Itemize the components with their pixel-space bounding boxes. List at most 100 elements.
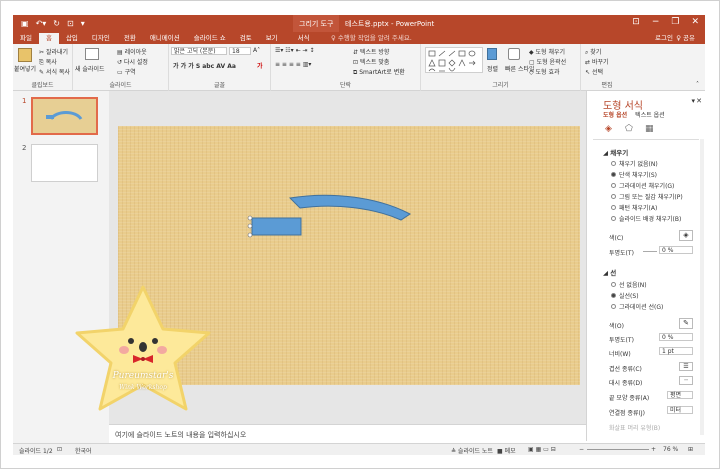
block-arc-shape[interactable] bbox=[288, 194, 411, 221]
save-icon[interactable]: ▣ bbox=[21, 19, 29, 28]
arrange-icon[interactable] bbox=[487, 48, 497, 60]
shapes-gallery[interactable] bbox=[425, 47, 483, 73]
tab-transitions[interactable]: 전환 bbox=[117, 33, 143, 44]
copy-button[interactable]: ⎘ 복사 bbox=[39, 57, 57, 67]
align-text-button[interactable]: ⊡ 텍스트 맞춤 bbox=[353, 57, 389, 66]
font-format-icons[interactable]: 가 가 가 S abc AV Aa bbox=[173, 61, 236, 70]
fill-option-background[interactable]: 슬라이드 배경 채우기(B) bbox=[611, 214, 681, 223]
tab-slideshow[interactable]: 슬라이드 쇼 bbox=[187, 33, 233, 44]
line-option-solid[interactable]: 실선(S) bbox=[611, 291, 639, 300]
login-link[interactable]: 로그인 bbox=[655, 32, 673, 42]
new-slide-button[interactable]: 새 슬라이드 bbox=[75, 64, 105, 73]
collapse-ribbon-icon[interactable]: ˄ bbox=[696, 81, 699, 88]
line-option-none[interactable]: 선 없음(N) bbox=[611, 280, 647, 289]
close-button[interactable]: ✕ bbox=[691, 17, 699, 27]
paste-icon[interactable] bbox=[18, 48, 32, 62]
ribbon-display-icon[interactable]: ⊡ bbox=[632, 17, 640, 27]
fill-option-gradient[interactable]: 그라데이션 채우기(G) bbox=[611, 181, 674, 190]
window-controls: ⊡ − ❐ ✕ bbox=[632, 17, 699, 27]
proofing-icon[interactable]: ⊡ bbox=[57, 446, 62, 453]
font-color-icon[interactable]: 가 bbox=[257, 61, 263, 70]
size-properties-icon[interactable]: ▦ bbox=[645, 124, 654, 134]
layout-button[interactable]: ▤ 레이아웃 bbox=[117, 47, 147, 56]
share-button[interactable]: ♀ 공유 bbox=[676, 32, 695, 42]
zoom-slider[interactable] bbox=[587, 449, 649, 450]
font-grow-icon[interactable]: A˄ bbox=[253, 47, 260, 54]
tab-review[interactable]: 검토 bbox=[233, 33, 259, 44]
paste-button[interactable]: 붙여넣기 bbox=[14, 64, 36, 73]
tab-text-options[interactable]: 텍스트 옵션 bbox=[635, 110, 665, 119]
line-transparency-input[interactable]: 0 % bbox=[659, 333, 693, 341]
shape-effects-button[interactable]: ◇ 도형 효과 bbox=[529, 67, 560, 76]
fill-section-header[interactable]: ◢ 채우기 bbox=[603, 147, 628, 157]
selection-handles[interactable] bbox=[247, 215, 253, 238]
pane-menu-icon[interactable]: ▾ bbox=[691, 97, 695, 105]
quick-styles-icon[interactable] bbox=[508, 48, 520, 60]
notes-pane[interactable]: 여기에 슬라이드 노트의 내용을 입력하십시오 bbox=[109, 424, 586, 441]
line-width-input[interactable]: 1 pt bbox=[659, 347, 693, 355]
fill-color-picker[interactable]: ◈ bbox=[679, 230, 693, 241]
cut-button[interactable]: ✂ 잘라내기 bbox=[39, 47, 68, 56]
tab-home[interactable]: 홈 bbox=[38, 33, 59, 44]
tab-format[interactable]: 서식 bbox=[291, 33, 317, 44]
notes-toggle[interactable]: ≜ 슬라이드 노트 bbox=[451, 446, 493, 455]
find-button[interactable]: ⌕ 찾기 bbox=[585, 47, 601, 57]
fill-option-none[interactable]: 채우기 없음(N) bbox=[611, 159, 658, 168]
replace-button[interactable]: ⇄ 바꾸기 bbox=[585, 57, 609, 66]
text-direction-label: 텍스트 방향 bbox=[359, 49, 390, 56]
fill-transparency-input[interactable]: 0 % bbox=[659, 246, 693, 254]
select-button[interactable]: ↖ 선택 bbox=[585, 67, 603, 76]
line-section-header[interactable]: ◢ 선 bbox=[603, 267, 616, 277]
shape-outline-button[interactable]: ▢ 도형 윤곽선 bbox=[529, 57, 566, 66]
close-pane-icon[interactable]: ✕ bbox=[696, 97, 702, 105]
tab-design[interactable]: 디자인 bbox=[85, 33, 117, 44]
cap-type-select[interactable]: 평면 bbox=[667, 391, 693, 399]
join-type-select[interactable]: 미터 bbox=[667, 406, 693, 414]
tab-file[interactable]: 파일 bbox=[13, 33, 39, 44]
restore-button[interactable]: ❐ bbox=[671, 17, 679, 27]
view-buttons[interactable]: ▣ ▦ ▭ ⊟ bbox=[528, 446, 556, 453]
fill-option-picture[interactable]: 그림 또는 질감 채우기(P) bbox=[611, 192, 683, 201]
font-name-combo[interactable]: 맑은 고딕 (본문) bbox=[171, 47, 227, 55]
tab-shape-options[interactable]: 도형 옵션 bbox=[603, 110, 627, 119]
section-button[interactable]: ▭ 구역 bbox=[117, 67, 136, 76]
text-direction-button[interactable]: ⇵ 텍스트 방향 bbox=[353, 47, 389, 56]
tab-insert[interactable]: 삽입 bbox=[59, 33, 85, 44]
line-color-picker[interactable]: ✎ bbox=[679, 318, 693, 329]
rectangle-shape[interactable] bbox=[251, 217, 302, 236]
align-icons[interactable]: ≡ ≡ ≡ ≡ ▥▾ bbox=[275, 61, 311, 68]
customize-qat-icon[interactable]: ▾ bbox=[81, 19, 85, 28]
slide-thumbnail-2[interactable] bbox=[31, 144, 98, 182]
reset-button[interactable]: ↺ 다시 설정 bbox=[117, 57, 148, 66]
undo-icon[interactable]: ↶▾ bbox=[36, 19, 47, 28]
fill-option-solid[interactable]: 단색 채우기(S) bbox=[611, 170, 657, 179]
tab-animations[interactable]: 애니메이션 bbox=[143, 33, 187, 44]
zoom-in-button[interactable]: + bbox=[651, 446, 656, 453]
smartart-button[interactable]: ⧉ SmartArt로 변환 bbox=[353, 67, 405, 77]
comments-toggle[interactable]: ■ 메모 bbox=[497, 446, 516, 455]
format-painter-button[interactable]: ✎ 서식 복사 bbox=[39, 67, 70, 76]
tab-view[interactable]: 보기 bbox=[259, 33, 285, 44]
line-option-gradient[interactable]: 그라데이션 선(G) bbox=[611, 302, 663, 311]
minimize-button[interactable]: − bbox=[652, 17, 660, 27]
fill-option-pattern[interactable]: 패턴 채우기(A) bbox=[611, 203, 657, 212]
dash-type-picker[interactable]: ┄ bbox=[679, 376, 693, 385]
fit-to-window-icon[interactable]: ⊞ bbox=[688, 446, 693, 453]
compound-type-picker[interactable]: ☰ bbox=[679, 362, 693, 371]
shape-fill-button[interactable]: ◆ 도형 채우기 bbox=[529, 47, 565, 56]
tell-me-search[interactable]: ♀ 수행할 작업을 알려 주세요. bbox=[331, 32, 412, 42]
zoom-out-button[interactable]: − bbox=[579, 446, 584, 453]
redo-icon[interactable]: ↻ bbox=[53, 19, 60, 28]
list-icons[interactable]: ☰▾ ☷▾ ⇤ ⇥ ↕ bbox=[275, 47, 315, 54]
fill-line-icon[interactable]: ◈ bbox=[605, 124, 612, 134]
slides-label: 슬라이드 bbox=[109, 82, 132, 89]
arrange-button[interactable]: 정렬 bbox=[487, 64, 498, 73]
pane-scrollbar[interactable] bbox=[700, 139, 704, 435]
effects-icon[interactable]: ⬠ bbox=[625, 124, 633, 134]
zoom-level[interactable]: 76 % bbox=[663, 446, 678, 453]
font-size-combo[interactable]: 18 bbox=[229, 47, 251, 55]
new-slide-icon[interactable] bbox=[85, 48, 99, 60]
slide-thumbnail-1[interactable] bbox=[31, 97, 98, 135]
start-slideshow-icon[interactable]: ⊡ bbox=[67, 19, 74, 28]
transparency-slider[interactable] bbox=[643, 251, 657, 252]
